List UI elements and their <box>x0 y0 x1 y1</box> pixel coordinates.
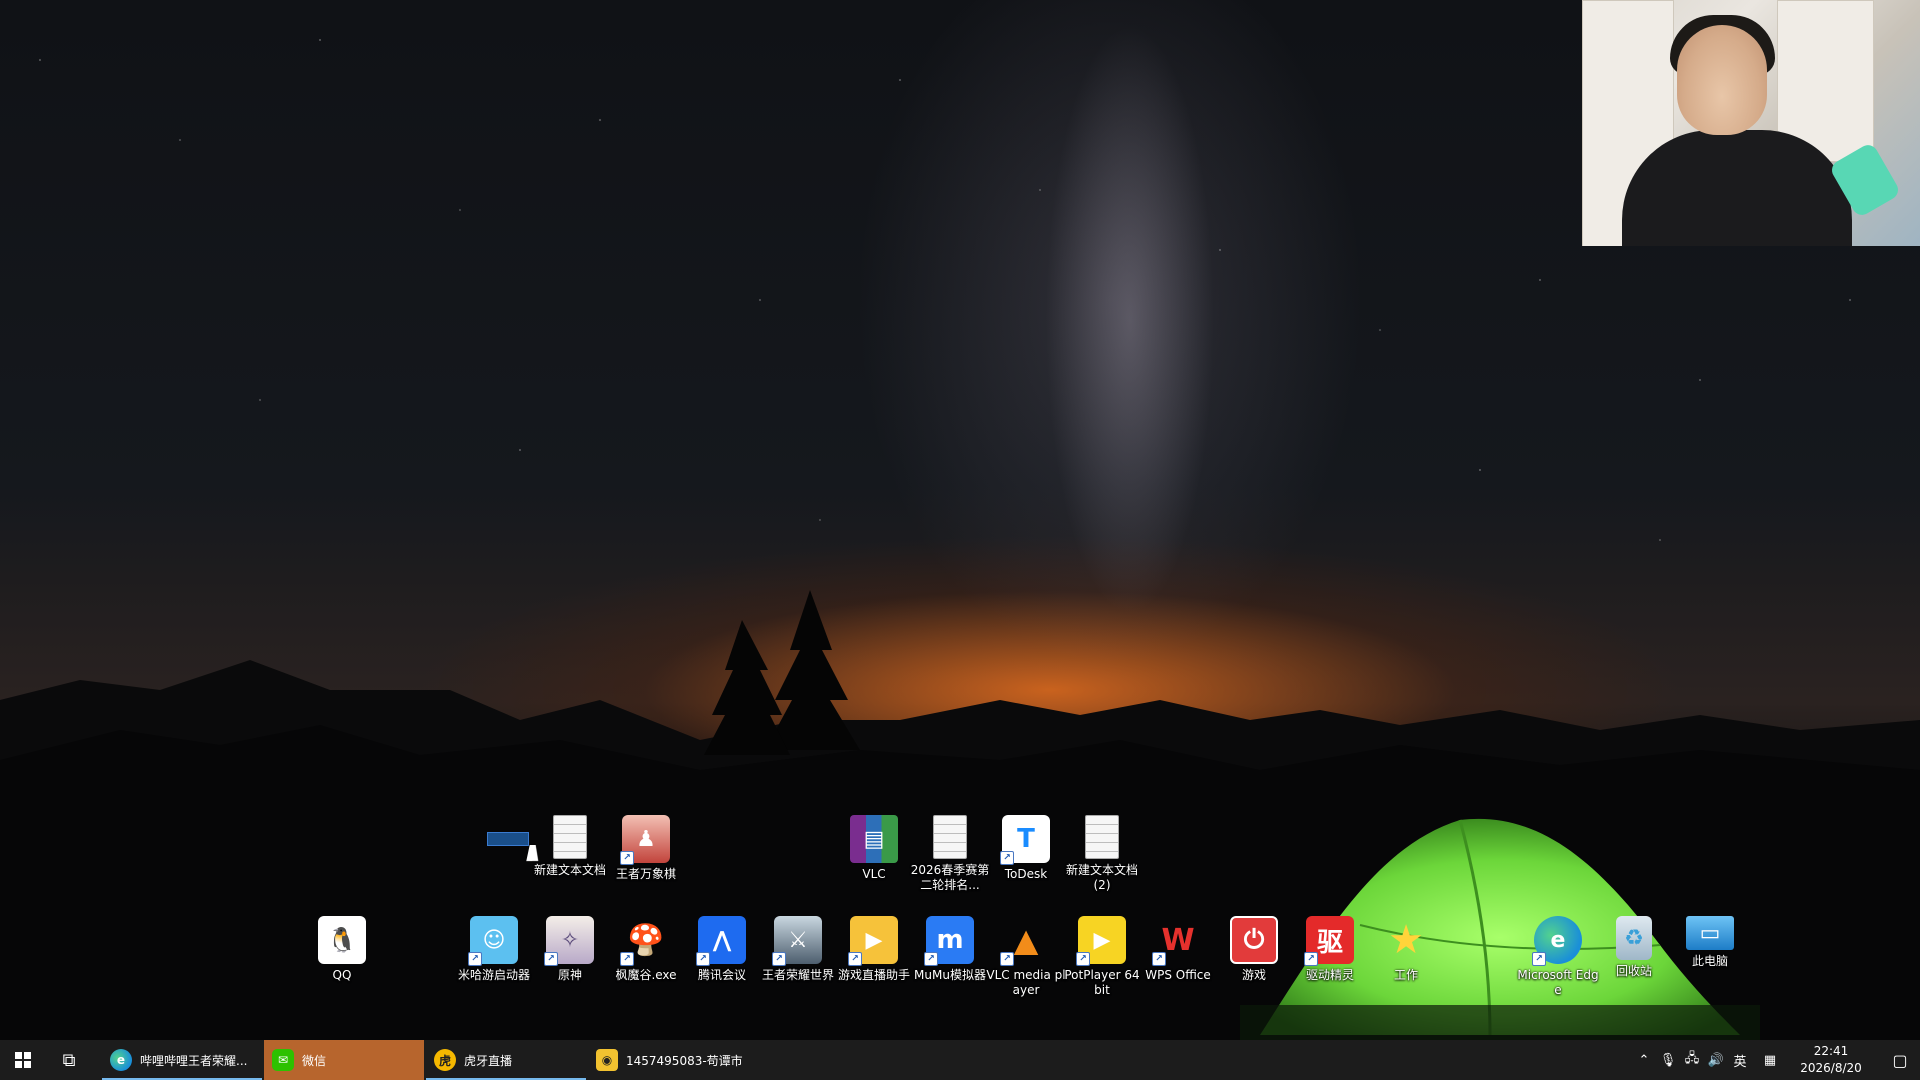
mumu-icon: m ↗ <box>924 916 974 966</box>
show-hidden-icons-chevron-up-icon[interactable]: ⌃ <box>1632 1053 1656 1068</box>
desktop-icon-genshin[interactable]: ✧ ↗ 原神 <box>532 916 608 983</box>
desktop-icon-live-assistant[interactable]: ▶ ↗ 游戏直播助手 <box>836 916 912 983</box>
document-icon <box>1085 815 1119 859</box>
document-icon <box>933 815 967 859</box>
honor-of-kings-world-icon: ⚔ ↗ <box>772 916 822 966</box>
desktop-icon-vlc[interactable]: ▲ ↗ VLC media player <box>986 916 1065 998</box>
task-view-button[interactable]: ⧉ <box>46 1040 92 1080</box>
tencent-meeting-icon: ⋀ ↗ <box>696 916 746 966</box>
vlc-cone-icon: ▲ ↗ <box>1000 916 1050 966</box>
desktop-icon-mumu[interactable]: m ↗ MuMu模拟器 <box>912 916 988 983</box>
microphone-icon[interactable]: 🎙 <box>1656 1053 1680 1068</box>
star-icon: ★ <box>1388 917 1424 963</box>
todesk-icon: T ↗ <box>1000 815 1050 865</box>
desktop-icon-potplayer[interactable]: ▶ ↗ PotPlayer 64 bit <box>1064 916 1140 998</box>
desktop-icon-driver-genius[interactable]: 驱 ↗ 驱动精灵 <box>1292 916 1368 983</box>
ime-mode-grid-icon[interactable]: ▦ <box>1758 1053 1782 1068</box>
taskbar: ⧉ e 哔哩哔哩王者荣耀... ✉ 微信 虎 虎牙直播 ◉ 1457495083… <box>0 1040 1920 1080</box>
system-tray: ⌃ 🎙 🖧 🔊 英 ▦ 22:41 2026/8/20 ▢ <box>1632 1040 1920 1080</box>
desktop-icon-new-text-doc[interactable]: 新建文本文档 <box>532 815 608 878</box>
edge-icon: e ↗ <box>1532 916 1582 966</box>
edge-icon: e <box>110 1049 132 1071</box>
taskbar-app-huya[interactable]: 虎 虎牙直播 <box>426 1040 586 1080</box>
mihoyo-launcher-icon: ☺ ↗ <box>468 916 518 966</box>
desktop-icon-ranking-doc[interactable]: 2026春季赛第二轮排名... <box>911 815 989 893</box>
potplayer-icon: ▶ ↗ <box>1076 916 1126 966</box>
webcam-overlay <box>1582 0 1920 246</box>
desktop-icon-todesk[interactable]: T ↗ ToDesk <box>988 815 1064 882</box>
volume-icon[interactable]: 🔊 <box>1704 1053 1728 1068</box>
mushroom-icon: 🍄 ↗ <box>620 916 670 966</box>
wps-icon: W ↗ <box>1152 916 1202 966</box>
winrar-icon: ▤ <box>850 815 898 863</box>
task-view-icon: ⧉ <box>62 1049 76 1071</box>
clock[interactable]: 22:41 2026/8/20 <box>1788 1043 1874 1077</box>
taskbar-app-owl[interactable]: ◉ 1457495083-苟谭市 <box>588 1040 758 1080</box>
wechat-icon: ✉ <box>272 1049 294 1071</box>
genshin-icon: ✧ ↗ <box>544 916 594 966</box>
owl-icon: ◉ <box>596 1049 618 1071</box>
live-assistant-icon: ▶ ↗ <box>848 916 898 966</box>
desktop-icon-honor-of-kings-world[interactable]: ⚔ ↗ 王者荣耀世界 <box>760 916 836 983</box>
desktop-icon-qq[interactable]: 🐧 QQ <box>304 916 380 983</box>
desktop-icon-wangzhe-wanxiangqi[interactable]: ♟ ↗ 王者万象棋 <box>608 815 684 882</box>
desktop-icon-recycle-bin[interactable]: ♻ 回收站 <box>1596 916 1672 979</box>
ime-indicator[interactable]: 英 <box>1728 1051 1752 1070</box>
desktop-icon-fengmogu[interactable]: 🍄 ↗ 枫魔谷.exe <box>608 916 684 983</box>
game-icon: ♟ ↗ <box>620 815 670 865</box>
desktop-icon-games-folder[interactable]: ⏻ 游戏 <box>1216 916 1292 983</box>
power-icon: ⏻ <box>1230 916 1278 964</box>
driver-icon: 驱 ↗ <box>1304 916 1354 966</box>
taskbar-app-edge-bilibili[interactable]: e 哔哩哔哩王者荣耀... <box>102 1040 262 1080</box>
selection-marquee <box>487 832 529 846</box>
desktop-icon-new-text-doc-2[interactable]: 新建文本文档 (2) <box>1064 815 1140 893</box>
recycle-bin-icon: ♻ <box>1616 916 1652 960</box>
desktop-icon-tencent-meeting[interactable]: ⋀ ↗ 腾讯会议 <box>684 916 760 983</box>
desktop-icon-edge[interactable]: e ↗ Microsoft Edge <box>1517 916 1599 998</box>
notification-center-icon[interactable]: ▢ <box>1880 1051 1920 1070</box>
clock-date: 2026/8/20 <box>1800 1061 1862 1075</box>
start-button[interactable] <box>0 1040 46 1080</box>
desktop[interactable]: 新建文本文档 ♟ ↗ 王者万象棋 ▤ VLC 2026春季赛第二轮排名... T ↗… <box>0 0 1920 1080</box>
desktop-icon-vlc-archive[interactable]: ▤ VLC <box>836 815 912 882</box>
desktop-icon-wps[interactable]: W ↗ WPS Office <box>1140 916 1216 983</box>
windows-logo-icon <box>15 1052 31 1068</box>
huya-icon: 虎 <box>434 1049 456 1071</box>
desktop-icon-work[interactable]: ★ 工作 <box>1368 916 1444 983</box>
desktop-icon-mihoyo-launcher[interactable]: ☺ ↗ 米哈游启动器 <box>456 916 532 983</box>
computer-icon: ▭ <box>1686 916 1734 950</box>
network-icon[interactable]: 🖧 <box>1680 1049 1704 1071</box>
desktop-icon-this-pc[interactable]: ▭ 此电脑 <box>1672 916 1748 969</box>
clock-time: 22:41 <box>1813 1044 1849 1058</box>
qq-penguin-icon: 🐧 <box>318 916 366 964</box>
document-icon <box>553 815 587 859</box>
taskbar-app-wechat[interactable]: ✉ 微信 <box>264 1040 424 1080</box>
